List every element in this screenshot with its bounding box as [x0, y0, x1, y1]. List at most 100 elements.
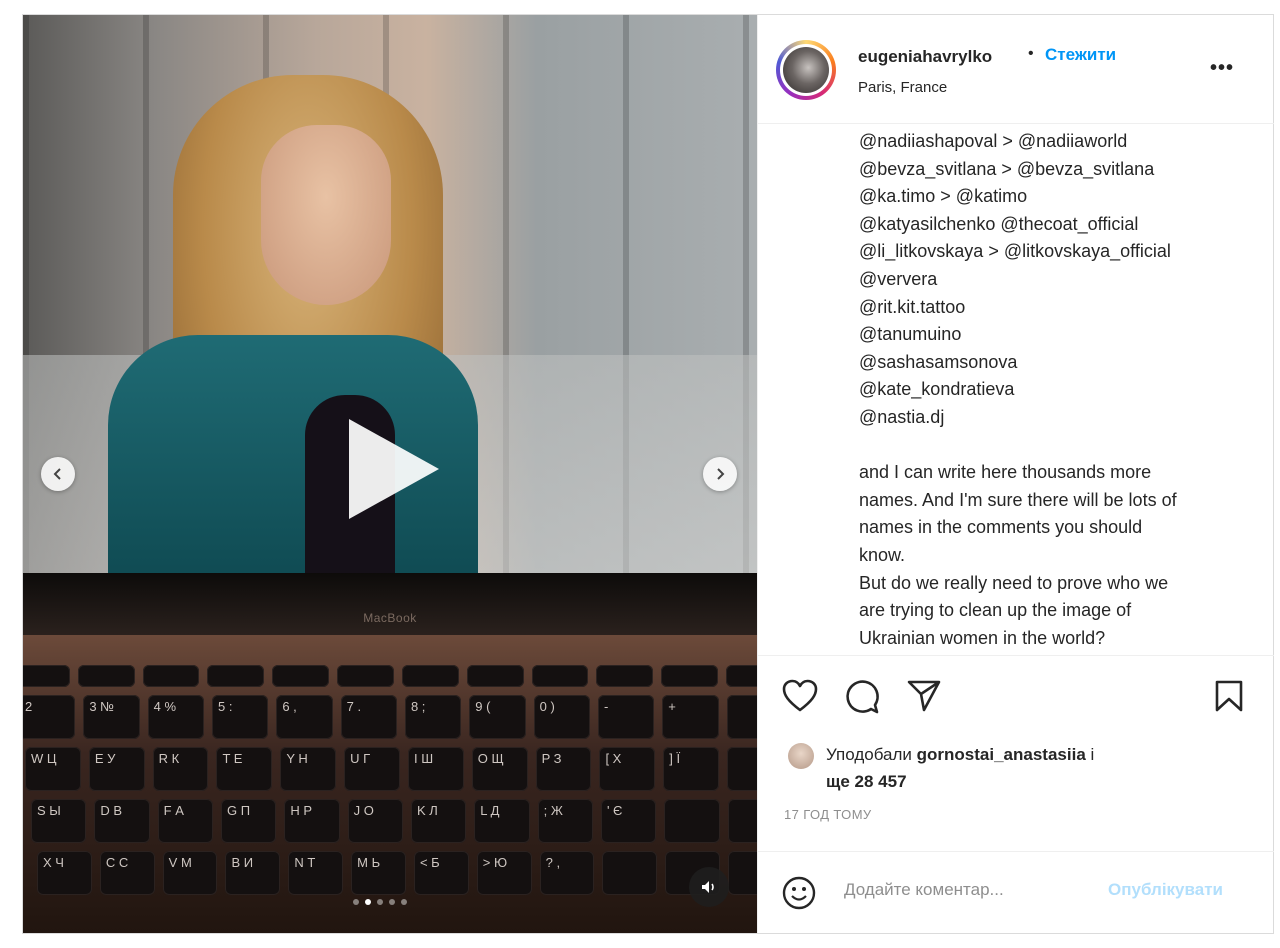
caption-line: @tanumuino	[859, 324, 962, 345]
caption-line: Ukrainian women in the world?	[859, 627, 1106, 648]
keyboard-key: 8 ;	[404, 695, 462, 739]
comment-icon[interactable]	[844, 679, 880, 715]
keyboard-key	[531, 665, 589, 687]
caption-line: are trying to clean up the image of	[859, 600, 1132, 621]
send-icon[interactable]	[906, 679, 942, 713]
comment-input[interactable]: Додайте коментар...	[844, 880, 1004, 900]
sound-button[interactable]	[689, 867, 729, 907]
username-link[interactable]: eugeniahavrylko	[858, 47, 992, 67]
carousel-dot	[401, 899, 407, 905]
keyboard-key: X Ч	[37, 851, 92, 895]
keyboard-key: Y Н	[280, 747, 337, 791]
keyboard-key: H Р	[284, 799, 340, 843]
liker-username[interactable]: gornostai_anastasiia	[917, 745, 1086, 764]
caption-line: @ververa	[859, 268, 938, 289]
keyboard-key	[207, 665, 265, 687]
keyboard-key: ? ,	[539, 851, 595, 895]
emoji-icon[interactable]	[782, 876, 816, 910]
chevron-right-icon	[717, 468, 725, 480]
keyboard-key: 2	[23, 695, 76, 739]
location-link[interactable]: Paris, France	[858, 79, 947, 96]
keyboard-key	[596, 665, 654, 687]
keyboard-key: W Ц	[25, 747, 81, 791]
keyboard-key	[727, 799, 757, 843]
carousel-dot	[365, 899, 371, 905]
caption-line: names in the comments you should	[859, 517, 1143, 538]
keyboard-row: X ЧC СV МB ИN ТM Ь < Б > Ю? ,	[37, 851, 757, 895]
keyboard-key: U Г	[344, 747, 400, 791]
keyboard-row: W ЦE УR КT ЕY НU ГI ШO ЩP З[ Х] Ї	[25, 747, 757, 791]
keyboard-key: 7 .	[340, 695, 397, 739]
post-timestamp[interactable]: 17 ГОД ТОМУ	[784, 807, 872, 822]
keyboard-key: D В	[94, 799, 150, 843]
caption-line: But do we really need to prove who we	[859, 572, 1169, 593]
publish-button[interactable]: Опублікувати	[1108, 880, 1223, 900]
caption-line	[859, 432, 1259, 460]
liker-avatar[interactable]	[788, 743, 814, 769]
follow-button[interactable]: Стежити	[1045, 45, 1116, 65]
keyboard: 23 № 4 % 5 :6 ,7 .8 ; 9 (0 ) - + W ЦE УR КT ЕY…	[23, 665, 757, 903]
keyboard-key	[726, 665, 757, 687]
keyboard-key: J О	[347, 799, 403, 843]
keyboard-key: B И	[225, 851, 281, 895]
keyboard-row: S ЫD ВF АG ПH РJ ОK ЛL Д; Ж ' Є	[31, 799, 757, 843]
keyboard-key	[728, 851, 757, 895]
keyboard-key: E У	[88, 747, 145, 791]
keyboard-key: T Е	[216, 747, 273, 791]
keyboard-key: N Т	[288, 851, 344, 895]
keyboard-key: +	[662, 695, 719, 739]
keyboard-key	[142, 665, 200, 687]
keyboard-key: M Ь	[351, 851, 406, 895]
keyboard-key: V М	[162, 851, 218, 895]
keyboard-key: O Щ	[471, 747, 528, 791]
caption-line: and I can write here thousands more	[859, 462, 1152, 483]
keyboard-key: 0 )	[533, 695, 590, 739]
avatar-image	[783, 47, 829, 93]
keyboard-key	[466, 665, 524, 687]
carousel-dot	[353, 899, 359, 905]
keyboard-key: R К	[152, 747, 209, 791]
keyboard-key: ' Є	[600, 799, 657, 843]
keyboard-row: 23 № 4 % 5 :6 ,7 .8 ; 9 (0 ) - +	[23, 695, 757, 739]
keyboard-key: K Л	[410, 799, 467, 843]
carousel-dots	[353, 899, 407, 905]
action-bar-divider	[758, 655, 1274, 657]
keyboard-key	[23, 665, 70, 687]
caption-line: @sashasamsonova	[859, 351, 1018, 372]
caption-scroll[interactable]: @nadiiashapoval > @nadiiaworld @bevza_svi…	[758, 124, 1274, 654]
likes-prefix: Уподобали	[826, 745, 912, 764]
next-slide-button[interactable]	[703, 457, 737, 491]
heart-icon[interactable]	[782, 679, 818, 713]
caption-line: @katyasilchenko @thecoat_official	[859, 213, 1139, 234]
likes-count[interactable]: ще 28 457	[826, 772, 907, 791]
post-header: eugeniahavrylko • Стежити Paris, France …	[758, 15, 1274, 124]
prev-slide-button[interactable]	[41, 457, 75, 491]
keyboard-key: > Ю	[476, 851, 532, 895]
keyboard-key	[401, 665, 459, 687]
play-icon[interactable]	[349, 419, 439, 519]
more-options-button[interactable]: •••	[1210, 57, 1234, 80]
keyboard-key: F А	[157, 799, 213, 843]
keyboard-key: C С	[99, 851, 155, 895]
keyboard-key	[727, 747, 757, 791]
caption-text: @nadiiashapoval > @nadiiaworld @bevza_svi…	[859, 128, 1259, 652]
caption-line: @nadiiashapoval > @nadiiaworld	[859, 131, 1128, 151]
likes-summary[interactable]: Уподобали gornostai_anastasiia і ще 28 4…	[826, 741, 1166, 795]
caption-line: @nastia.dj	[859, 406, 945, 427]
caption-line: know.	[859, 544, 906, 565]
caption-line: names. And I'm sure there will be lots o…	[859, 489, 1177, 510]
caption-line: @rit.kit.tattoo	[859, 296, 966, 317]
avatar[interactable]	[776, 40, 836, 100]
laptop-bezel	[23, 573, 757, 635]
chevron-left-icon	[53, 468, 61, 480]
post-media[interactable]: MacBook 23 № 4 % 5 :6 ,7 .8 ; 9 (0 ) - + W ЦE …	[23, 15, 757, 933]
keyboard-key: S Ы	[31, 799, 87, 843]
sound-icon	[702, 881, 714, 893]
keyboard-row	[23, 665, 757, 687]
keyboard-key: 6 ,	[276, 695, 333, 739]
caption-line: @li_litkovskaya > @litkovskaya_official	[859, 241, 1171, 262]
keyboard-key: -	[597, 695, 655, 739]
bookmark-icon[interactable]	[1214, 679, 1244, 713]
caption-line: @ka.timo > @katimo	[859, 186, 1028, 207]
keyboard-key: [ Х	[599, 747, 656, 791]
